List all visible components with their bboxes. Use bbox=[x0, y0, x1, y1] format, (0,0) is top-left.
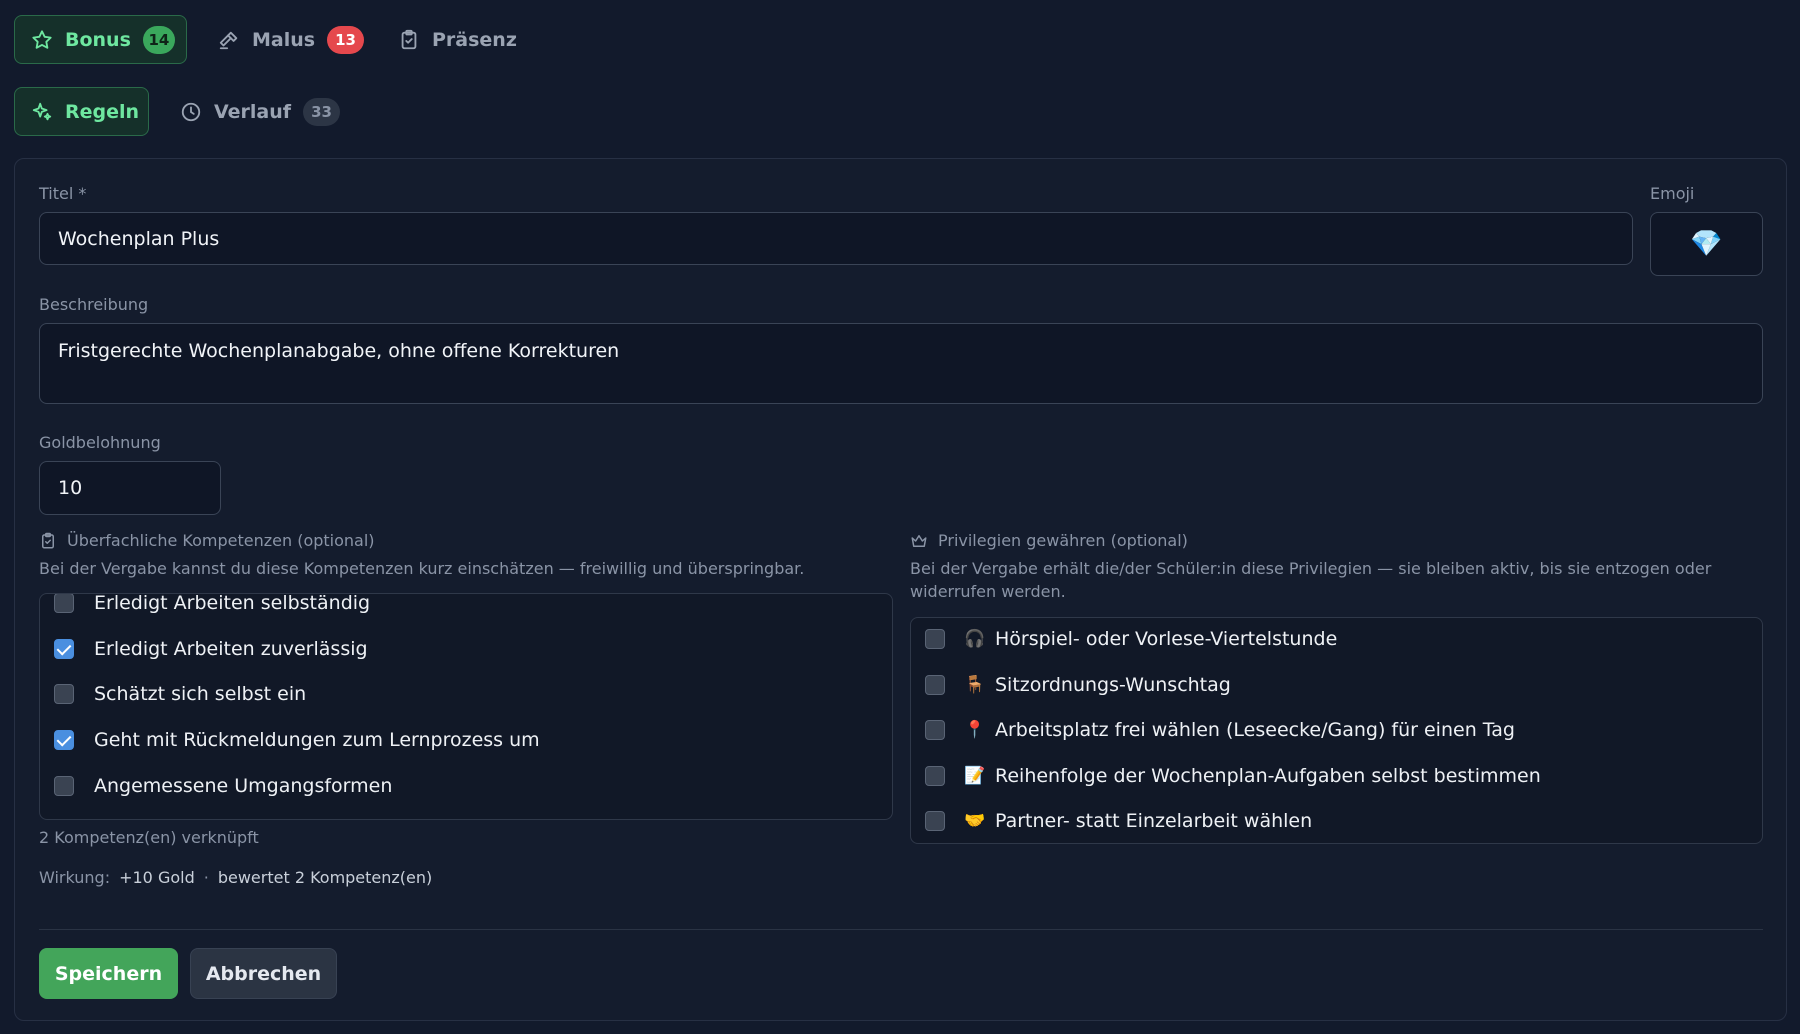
chair-icon: 🪑 bbox=[964, 675, 986, 695]
sparkles-icon bbox=[31, 101, 53, 123]
gold-reward-input[interactable]: 10 bbox=[39, 461, 221, 515]
competency-checkbox[interactable] bbox=[54, 639, 74, 659]
privilege-item[interactable]: 🤝 Partner- statt Einzelarbeit wählen bbox=[925, 810, 1312, 832]
verlauf-count-badge: 33 bbox=[303, 97, 340, 126]
competency-label: Geht mit Rückmeldungen zum Lernprozess u… bbox=[94, 729, 540, 751]
cancel-button[interactable]: Abbrechen bbox=[190, 948, 337, 999]
privilege-checkbox[interactable] bbox=[925, 675, 945, 695]
crown-icon bbox=[911, 534, 927, 547]
competency-item[interactable]: Schätzt sich selbst ein bbox=[54, 683, 306, 705]
emoji-picker[interactable]: 💎 bbox=[1650, 212, 1763, 276]
effect-summary: Wirkung: +10 Gold · bewertet 2 Kompetenz… bbox=[39, 868, 432, 887]
competencies-section-title: Überfachliche Kompetenzen (optional) bbox=[39, 531, 375, 550]
effect-label: Wirkung: bbox=[39, 868, 111, 887]
privilege-checkbox[interactable] bbox=[925, 766, 945, 786]
title-input[interactable]: Wochenplan Plus bbox=[39, 212, 1633, 265]
privilege-checkbox[interactable] bbox=[925, 811, 945, 831]
privilege-item[interactable]: 📍 Arbeitsplatz frei wählen (Leseecke/Gan… bbox=[925, 719, 1515, 741]
clipboard-check-icon bbox=[398, 29, 420, 51]
privileges-list[interactable]: 🎧 Hörspiel- oder Vorlese-Viertelstunde 🪑… bbox=[910, 617, 1763, 844]
tab-malus-label: Malus bbox=[252, 28, 316, 51]
tab-regeln-label: Regeln bbox=[65, 100, 140, 123]
description-label: Beschreibung bbox=[39, 295, 149, 314]
rule-form-card: Titel * Wochenplan Plus Emoji 💎 Beschrei… bbox=[14, 158, 1787, 1021]
handshake-icon: 🤝 bbox=[964, 811, 986, 831]
privileges-section-title: Privilegien gewähren (optional) bbox=[910, 531, 1188, 550]
pin-icon: 📍 bbox=[964, 720, 986, 740]
star-icon bbox=[31, 29, 53, 51]
privilege-label: Reihenfolge der Wochenplan-Aufgaben selb… bbox=[995, 765, 1541, 787]
effect-rated: bewertet 2 Kompetenz(en) bbox=[217, 868, 433, 887]
tab-bonus[interactable]: Bonus 14 bbox=[14, 15, 187, 64]
save-button[interactable]: Speichern bbox=[39, 948, 178, 999]
privileges-help: Bei der Vergabe erhält die/der Schüler:i… bbox=[910, 559, 1712, 601]
privilege-label: Hörspiel- oder Vorlese-Viertelstunde bbox=[995, 628, 1338, 650]
competency-label: Erledigt Arbeiten selbständig bbox=[94, 593, 371, 614]
effect-gold: +10 Gold bbox=[119, 868, 195, 887]
competencies-help: Bei der Vergabe kannst du diese Kompeten… bbox=[39, 559, 805, 578]
privilege-item[interactable]: 🎧 Hörspiel- oder Vorlese-Viertelstunde bbox=[925, 628, 1337, 650]
competency-checkbox[interactable] bbox=[54, 776, 74, 796]
privilege-checkbox[interactable] bbox=[925, 720, 945, 740]
competency-checkbox[interactable] bbox=[54, 684, 74, 704]
tab-regeln[interactable]: Regeln bbox=[14, 87, 149, 136]
tab-bonus-label: Bonus bbox=[65, 28, 131, 51]
privilege-checkbox[interactable] bbox=[925, 629, 945, 649]
linked-competencies-count: 2 Kompetenz(en) verknüpft bbox=[39, 828, 259, 847]
privilege-item[interactable]: 🪑 Sitzordnungs-Wunschtag bbox=[925, 674, 1231, 696]
bonus-count-badge: 14 bbox=[142, 25, 175, 54]
clipboard-icon bbox=[42, 532, 54, 548]
gold-label: Goldbelohnung bbox=[39, 433, 161, 452]
description-textarea[interactable]: Fristgerechte Wochenplanabgabe, ohne off… bbox=[39, 323, 1763, 404]
privilege-label: Sitzordnungs-Wunschtag bbox=[995, 674, 1231, 696]
privilege-item[interactable]: 📝 Reihenfolge der Wochenplan-Aufgaben se… bbox=[925, 765, 1541, 787]
emoji-label: Emoji bbox=[1650, 184, 1695, 203]
competency-item[interactable]: Geht mit Rückmeldungen zum Lernprozess u… bbox=[54, 729, 540, 751]
headphones-icon: 🎧 bbox=[964, 629, 986, 649]
clock-icon bbox=[180, 101, 202, 123]
competency-label: Erledigt Arbeiten zuverlässig bbox=[94, 638, 368, 660]
privilege-label: Partner- statt Einzelarbeit wählen bbox=[995, 810, 1313, 832]
privilege-label: Arbeitsplatz frei wählen (Leseecke/Gang)… bbox=[995, 719, 1515, 741]
tab-verlauf-label: Verlauf bbox=[214, 100, 292, 123]
memo-icon: 📝 bbox=[964, 766, 986, 786]
tab-praesenz-label: Präsenz bbox=[432, 28, 517, 51]
tab-malus[interactable]: Malus 13 bbox=[202, 15, 380, 64]
malus-count-badge: 13 bbox=[327, 25, 364, 54]
competency-item[interactable]: Erledigt Arbeiten selbständig bbox=[54, 593, 371, 614]
title-label: Titel * bbox=[39, 184, 87, 203]
competency-label: Angemessene Umgangsformen bbox=[94, 775, 393, 797]
hammer-icon bbox=[218, 29, 240, 51]
competencies-list[interactable]: Erledigt Arbeiten selbständig Erledigt A… bbox=[39, 593, 893, 820]
tab-verlauf[interactable]: Verlauf 33 bbox=[164, 87, 356, 136]
competency-label: Schätzt sich selbst ein bbox=[94, 683, 307, 705]
competency-checkbox[interactable] bbox=[54, 730, 74, 750]
privileges-title-text: Privilegien gewähren (optional) bbox=[938, 531, 1188, 550]
form-divider bbox=[39, 929, 1763, 930]
effect-separator: · bbox=[203, 868, 209, 887]
competency-item[interactable]: Erledigt Arbeiten zuverlässig bbox=[54, 638, 368, 660]
competency-checkbox[interactable] bbox=[54, 594, 74, 613]
tab-praesenz[interactable]: Präsenz bbox=[382, 15, 533, 64]
competency-item[interactable]: Angemessene Umgangsformen bbox=[54, 775, 392, 797]
competencies-title-text: Überfachliche Kompetenzen (optional) bbox=[67, 531, 375, 550]
